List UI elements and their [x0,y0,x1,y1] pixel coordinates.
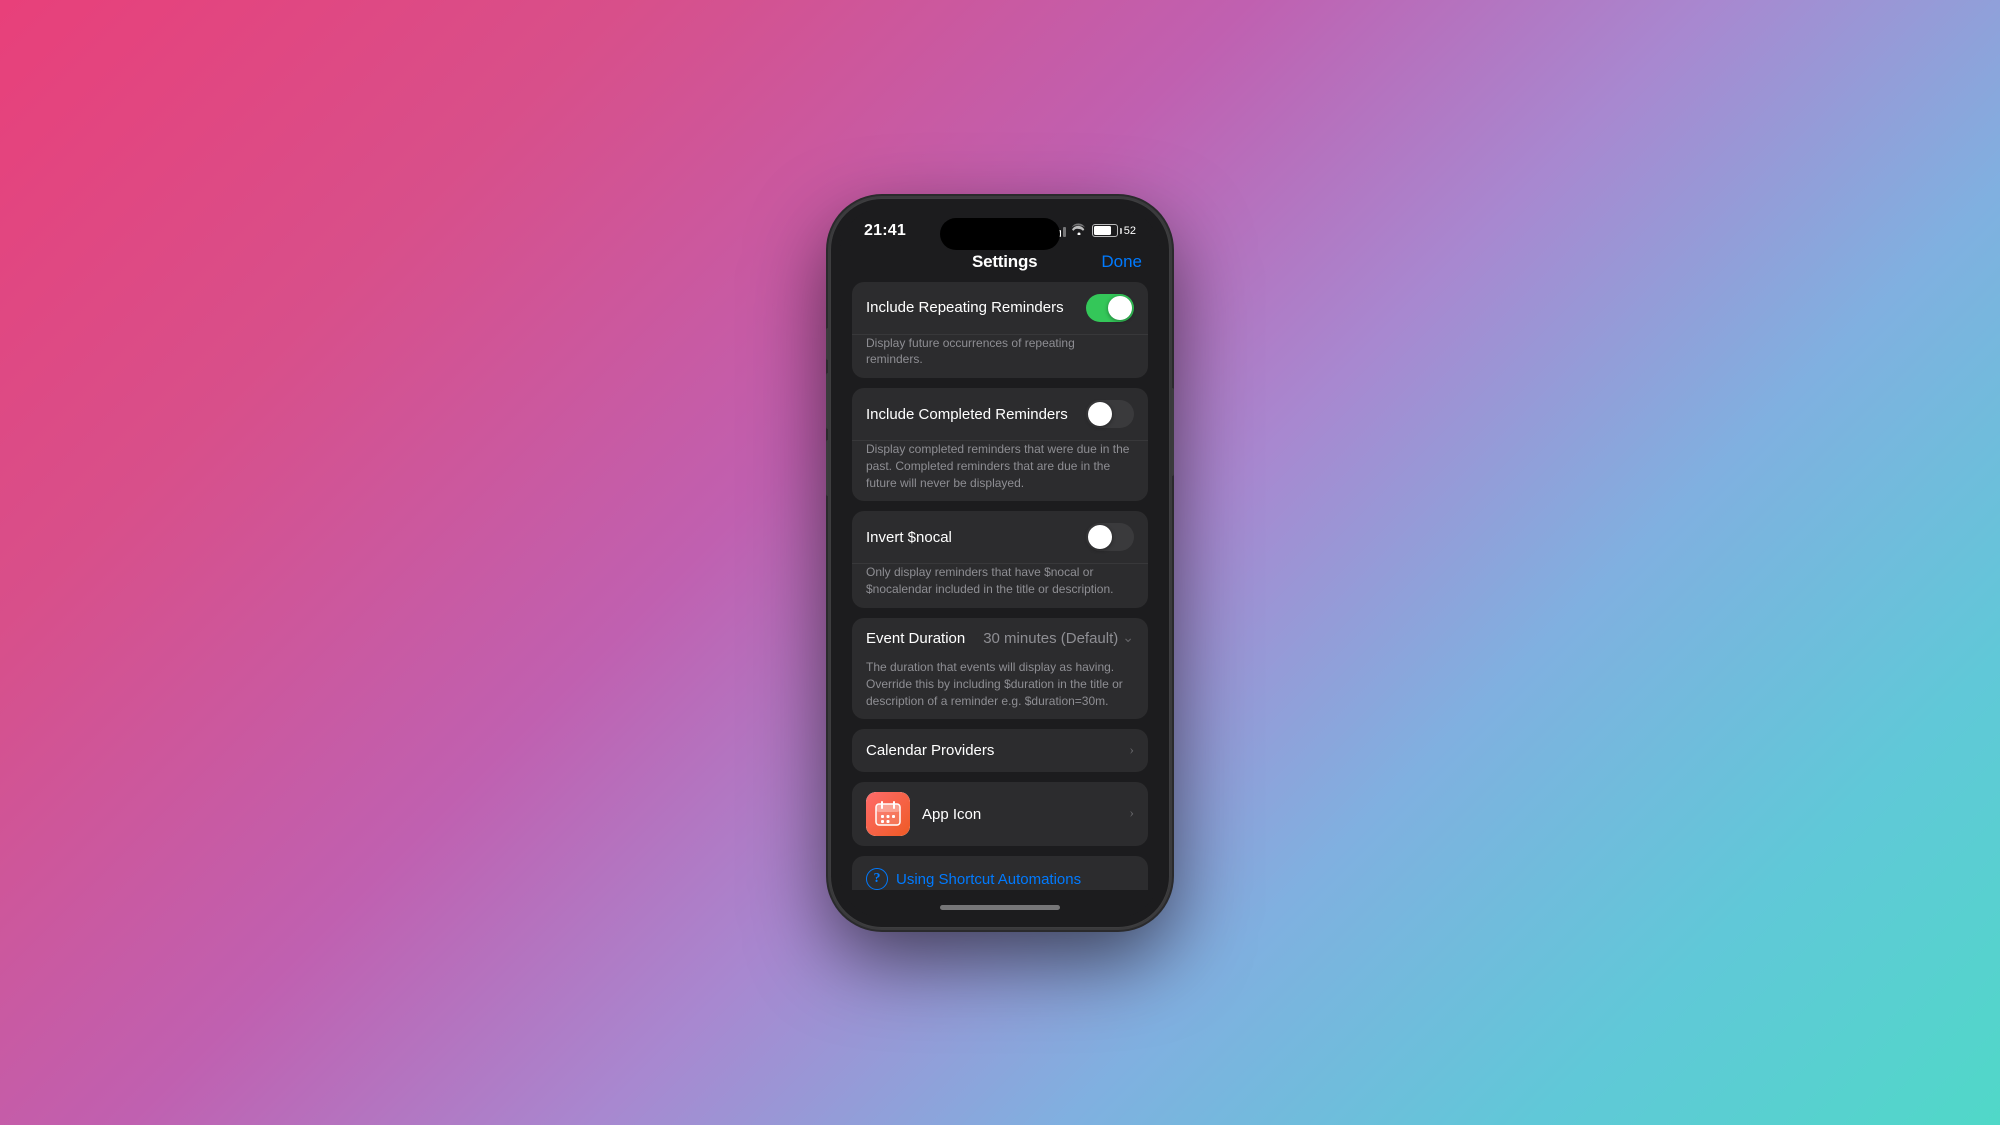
status-time: 21:41 [864,222,906,240]
settings-content: Include Repeating Reminders Display futu… [840,282,1160,890]
battery-percent: 52 [1124,225,1136,237]
event-duration-chevron: ⌄ [1122,632,1134,646]
invert-nocal-row: Invert $nocal [852,511,1148,564]
completed-reminders-row: Include Completed Reminders [852,388,1148,441]
shortcut-link[interactable]: ? Using Shortcut Automations [852,856,1148,889]
app-icon-inner [866,792,910,836]
phone-screen: 21:41 52 [840,208,1160,918]
wifi-icon [1071,223,1087,239]
repeating-reminders-label: Include Repeating Reminders [866,299,1086,316]
app-icon-image [866,792,910,836]
invert-nocal-description: Only display reminders that have $nocal … [852,564,1148,608]
calendar-providers-card[interactable]: Calendar Providers › [852,729,1148,772]
invert-nocal-label: Invert $nocal [866,529,1086,546]
volume-down-button[interactable] [826,440,830,496]
completed-reminders-label: Include Completed Reminders [866,406,1086,423]
event-duration-row[interactable]: Event Duration 30 minutes (Default) ⌄ [852,618,1148,659]
calendar-providers-chevron: › [1129,744,1134,758]
dynamic-island [940,218,1060,250]
app-icon-svg [874,800,902,828]
home-indicator [840,890,1160,918]
app-icon-row[interactable]: App Icon › [852,782,1148,846]
status-icons: 52 [1054,223,1136,239]
done-button[interactable]: Done [1101,252,1142,272]
shortcut-label: Using Shortcut Automations [896,871,1081,888]
repeating-reminders-toggle[interactable] [1086,294,1134,322]
page-title: Settings [972,252,1037,272]
repeating-reminders-description: Display future occurrences of repeating … [852,335,1148,379]
app-icon-chevron: › [1129,807,1134,821]
repeating-reminders-card: Include Repeating Reminders Display futu… [852,282,1148,379]
battery-icon: 52 [1092,224,1136,237]
completed-reminders-card: Include Completed Reminders Display comp… [852,388,1148,501]
app-icon-card[interactable]: App Icon › [852,782,1148,846]
event-duration-card: Event Duration 30 minutes (Default) ⌄ Th… [852,618,1148,719]
shortcut-info-icon: ? [866,868,888,889]
home-bar [940,905,1060,910]
calendar-providers-label: Calendar Providers [866,742,994,759]
invert-nocal-toggle[interactable] [1086,523,1134,551]
app-icon-label: App Icon [922,806,1129,823]
repeating-reminders-row: Include Repeating Reminders [852,282,1148,335]
phone-frame: 21:41 52 [830,198,1170,928]
calendar-providers-row[interactable]: Calendar Providers › [852,729,1148,772]
event-duration-description: The duration that events will display as… [852,659,1148,719]
event-duration-label: Event Duration [866,630,983,647]
nav-bar: Settings Done [840,246,1160,282]
completed-reminders-toggle[interactable] [1086,400,1134,428]
invert-nocal-card: Invert $nocal Only display reminders tha… [852,511,1148,608]
completed-reminders-description: Display completed reminders that were du… [852,441,1148,501]
mute-button[interactable] [826,328,830,360]
volume-up-button[interactable] [826,373,830,429]
event-duration-value: 30 minutes (Default) [983,630,1118,647]
power-button[interactable] [1170,388,1174,476]
